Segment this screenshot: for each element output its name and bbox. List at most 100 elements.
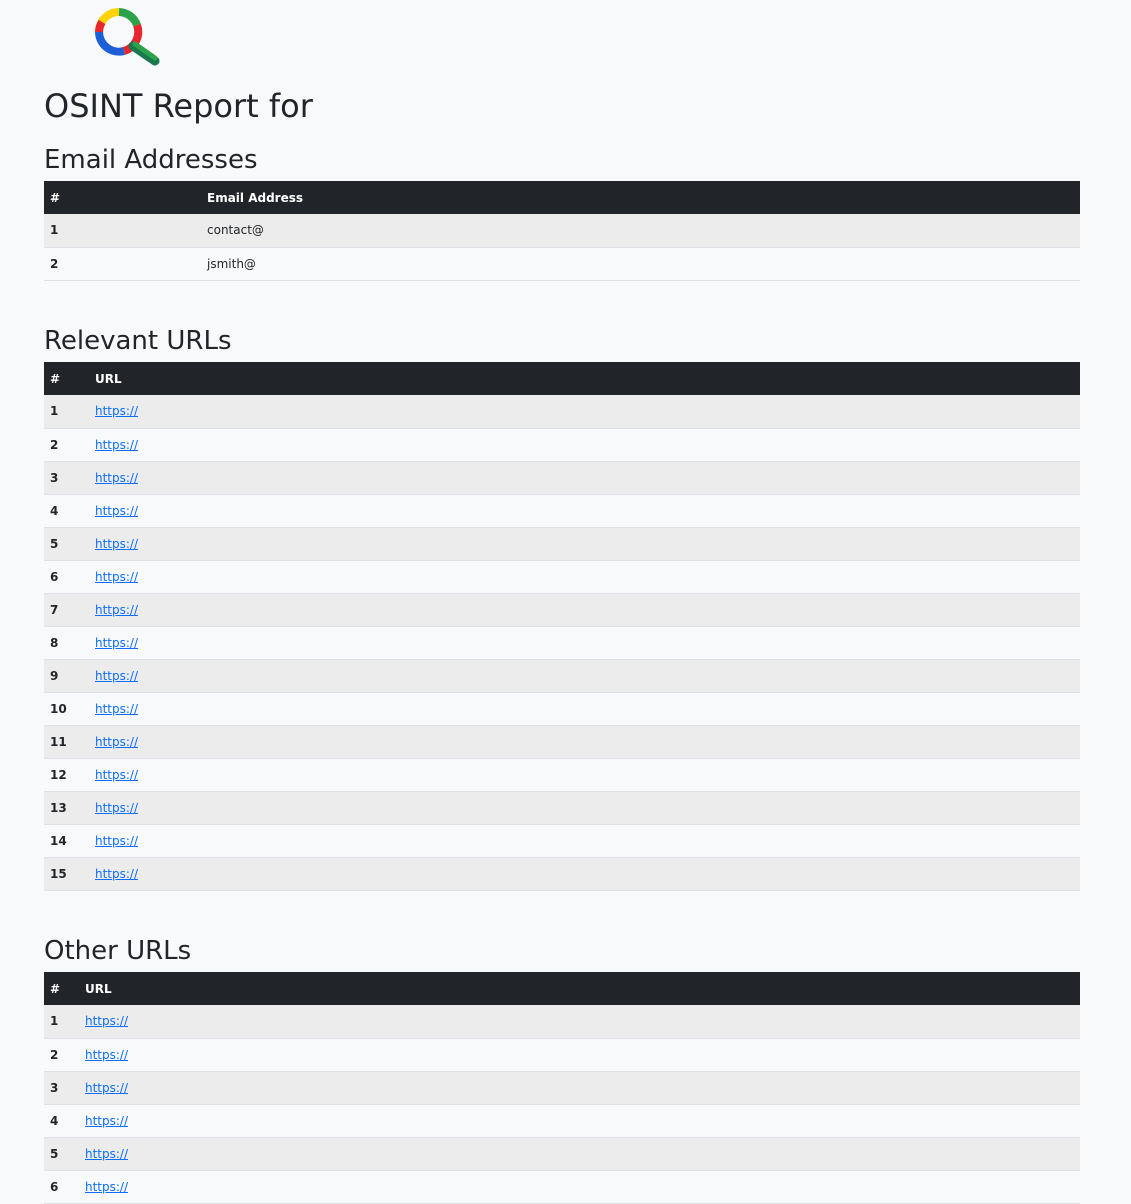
table-row: 6 https:// (44, 1170, 1080, 1204)
column-header-number: # (44, 972, 79, 1005)
url-link[interactable]: https:// (85, 1114, 128, 1128)
table-row: 5 https:// (44, 527, 1080, 561)
row-number: 14 (44, 824, 89, 858)
table-row: 12 https:// (44, 758, 1080, 792)
url-link[interactable]: https:// (95, 504, 138, 518)
row-number: 6 (44, 1170, 79, 1204)
url-link[interactable]: https:// (95, 570, 138, 584)
table-row: 8 https:// (44, 626, 1080, 660)
row-number: 2 (44, 428, 89, 462)
url-cell: https:// (89, 824, 1080, 858)
table-row: 1 https:// (44, 1005, 1080, 1039)
row-number: 5 (44, 1137, 79, 1171)
relevant-urls-heading: Relevant URLs (44, 326, 232, 356)
row-number: 7 (44, 593, 89, 627)
table-row: 2 https:// (44, 428, 1080, 462)
url-link[interactable]: https:// (85, 1147, 128, 1161)
table-header-row: # Email Address (44, 181, 1080, 214)
row-number: 15 (44, 857, 89, 891)
url-cell: https:// (79, 1170, 1080, 1204)
row-number: 4 (44, 1104, 79, 1138)
table-row: 1 contact@ (44, 214, 1080, 248)
table-row: 4 https:// (44, 494, 1080, 528)
url-link[interactable]: https:// (85, 1014, 128, 1028)
url-cell: https:// (89, 527, 1080, 561)
url-link[interactable]: https:// (95, 669, 138, 683)
url-cell: https:// (89, 560, 1080, 594)
row-number: 12 (44, 758, 89, 792)
report-title: OSINT Report for (44, 87, 313, 125)
table-row: 14 https:// (44, 824, 1080, 858)
url-cell: https:// (79, 1005, 1080, 1039)
url-link[interactable]: https:// (95, 834, 138, 848)
url-link[interactable]: https:// (95, 867, 138, 881)
column-header-email: Email Address (201, 181, 1080, 214)
url-link[interactable]: https:// (95, 438, 138, 452)
url-link[interactable]: https:// (95, 768, 138, 782)
row-number: 2 (44, 247, 201, 281)
url-link[interactable]: https:// (95, 471, 138, 485)
table-row: 9 https:// (44, 659, 1080, 693)
column-header-url: URL (79, 972, 1080, 1005)
table-row: 2 jsmith@ (44, 247, 1080, 281)
column-header-number: # (44, 181, 201, 214)
email-address-cell: contact@ (201, 214, 1080, 248)
table-row: 1 https:// (44, 395, 1080, 429)
url-cell: https:// (89, 626, 1080, 660)
relevant-urls-table-body: 1 https:// 2 https:// 3 https:// 4 https:// 5 htt… (44, 395, 1080, 891)
row-number: 8 (44, 626, 89, 660)
other-urls-table-body: 1 https:// 2 https:// 3 https:// 4 https:// 5 htt… (44, 1005, 1080, 1204)
table-header-row: # URL (44, 362, 1080, 395)
url-cell: https:// (79, 1137, 1080, 1171)
column-header-number: # (44, 362, 89, 395)
url-cell: https:// (79, 1071, 1080, 1105)
url-cell: https:// (89, 791, 1080, 825)
url-cell: https:// (89, 857, 1080, 891)
url-link[interactable]: https:// (95, 404, 138, 418)
url-cell: https:// (79, 1038, 1080, 1072)
table-row: 13 https:// (44, 791, 1080, 825)
url-link[interactable]: https:// (85, 1081, 128, 1095)
row-number: 11 (44, 725, 89, 759)
url-cell: https:// (89, 461, 1080, 495)
url-link[interactable]: https:// (95, 537, 138, 551)
table-row: 6 https:// (44, 560, 1080, 594)
url-cell: https:// (89, 494, 1080, 528)
url-cell: https:// (89, 593, 1080, 627)
url-link[interactable]: https:// (85, 1048, 128, 1062)
url-cell: https:// (89, 758, 1080, 792)
column-header-url: URL (89, 362, 1080, 395)
url-link[interactable]: https:// (95, 603, 138, 617)
email-table-body: 1 contact@ 2 jsmith@ (44, 214, 1080, 281)
row-number: 10 (44, 692, 89, 726)
url-link[interactable]: https:// (95, 702, 138, 716)
row-number: 1 (44, 214, 201, 248)
table-row: 15 https:// (44, 857, 1080, 891)
url-link[interactable]: https:// (85, 1180, 128, 1194)
email-address-cell: jsmith@ (201, 247, 1080, 281)
row-number: 9 (44, 659, 89, 693)
table-header-row: # URL (44, 972, 1080, 1005)
url-cell: https:// (89, 725, 1080, 759)
row-number: 3 (44, 461, 89, 495)
url-cell: https:// (79, 1104, 1080, 1138)
row-number: 1 (44, 395, 89, 429)
row-number: 2 (44, 1038, 79, 1072)
email-section-heading: Email Addresses (44, 145, 258, 175)
url-link[interactable]: https:// (95, 735, 138, 749)
url-cell: https:// (89, 395, 1080, 429)
table-row: 10 https:// (44, 692, 1080, 726)
report-page: OSINT Report for Email Addresses # Email… (0, 0, 1131, 1204)
row-number: 3 (44, 1071, 79, 1105)
url-cell: https:// (89, 428, 1080, 462)
table-row: 3 https:// (44, 1071, 1080, 1105)
magnifier-logo-icon (95, 8, 160, 66)
table-row: 11 https:// (44, 725, 1080, 759)
email-table: # Email Address 1 contact@ 2 jsmith@ (44, 181, 1080, 281)
url-link[interactable]: https:// (95, 636, 138, 650)
table-row: 7 https:// (44, 593, 1080, 627)
table-row: 5 https:// (44, 1137, 1080, 1171)
other-urls-table: # URL 1 https:// 2 https:// 3 https:// 4 https:… (44, 972, 1080, 1204)
table-row: 4 https:// (44, 1104, 1080, 1138)
url-link[interactable]: https:// (95, 801, 138, 815)
